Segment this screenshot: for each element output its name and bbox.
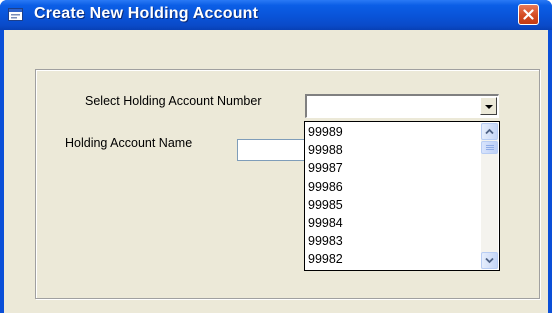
dropdown-option[interactable]: 99984 — [308, 214, 478, 232]
account-name-input[interactable] — [237, 139, 309, 161]
chevron-down-icon — [485, 105, 493, 109]
dropdown-option[interactable]: 99983 — [308, 232, 478, 250]
dropdown-option[interactable]: 99982 — [308, 250, 478, 268]
close-icon — [523, 9, 534, 20]
window-app-icon — [8, 8, 23, 21]
dropdown-scrollbar[interactable] — [481, 123, 498, 269]
account-number-label: Select Holding Account Number — [85, 94, 262, 108]
dropdown-options: 99989 99988 99987 99986 99985 99984 9998… — [308, 123, 478, 269]
dropdown-option[interactable]: 99987 — [308, 159, 478, 177]
scroll-down-button[interactable] — [481, 252, 498, 269]
thumb-grip-line — [486, 149, 494, 150]
dropdown-option[interactable]: 99985 — [308, 196, 478, 214]
account-number-combobox[interactable] — [305, 94, 499, 118]
combobox-dropdown-button[interactable] — [480, 97, 497, 115]
close-button[interactable] — [518, 4, 539, 25]
chevron-down-icon — [485, 257, 494, 264]
dropdown-option[interactable]: 99986 — [308, 178, 478, 196]
thumb-grip-line — [486, 145, 494, 146]
thumb-grip-line — [486, 147, 494, 148]
window-title: Create New Holding Account — [34, 5, 259, 22]
dropdown-option[interactable]: 99989 — [308, 123, 478, 141]
account-name-label: Holding Account Name — [65, 136, 193, 150]
scroll-up-button[interactable] — [481, 123, 498, 140]
dialog-window: Create New Holding Account Select Holdin… — [0, 0, 552, 313]
dropdown-option[interactable]: 99988 — [308, 141, 478, 159]
account-number-dropdown-list[interactable]: 99989 99988 99987 99986 99985 99984 9998… — [304, 121, 500, 271]
title-bar[interactable]: Create New Holding Account — [0, 0, 552, 30]
scroll-thumb[interactable] — [481, 141, 498, 154]
chevron-up-icon — [485, 128, 494, 135]
